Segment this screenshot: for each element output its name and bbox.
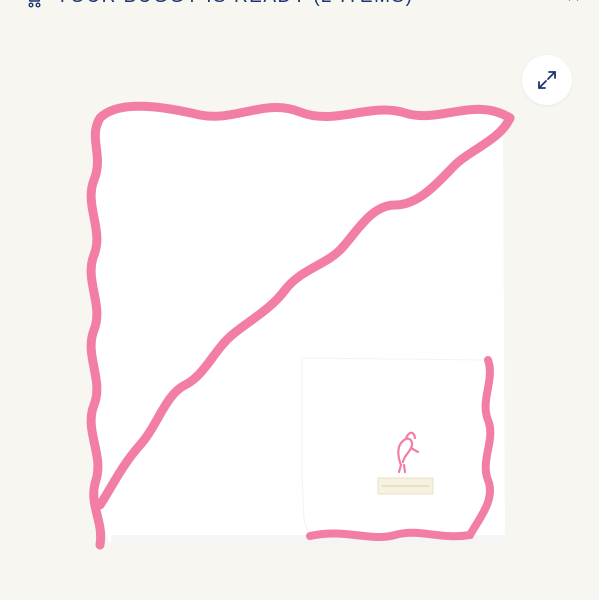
cart-banner-text: YOUR BUGGY IS READY (2 ITEMS) xyxy=(56,0,413,8)
washcloth xyxy=(301,357,491,538)
brand-label xyxy=(377,477,434,495)
product-image[interactable] xyxy=(0,0,599,600)
expand-icon xyxy=(538,71,556,89)
product-gallery-page: YOUR BUGGY IS READY (2 ITEMS) ✕ xyxy=(0,0,599,600)
cart-banner[interactable]: YOUR BUGGY IS READY (2 ITEMS) ✕ xyxy=(0,0,599,12)
expand-button[interactable] xyxy=(522,55,572,105)
close-icon[interactable]: ✕ xyxy=(566,0,581,7)
buggy-icon xyxy=(28,0,41,8)
